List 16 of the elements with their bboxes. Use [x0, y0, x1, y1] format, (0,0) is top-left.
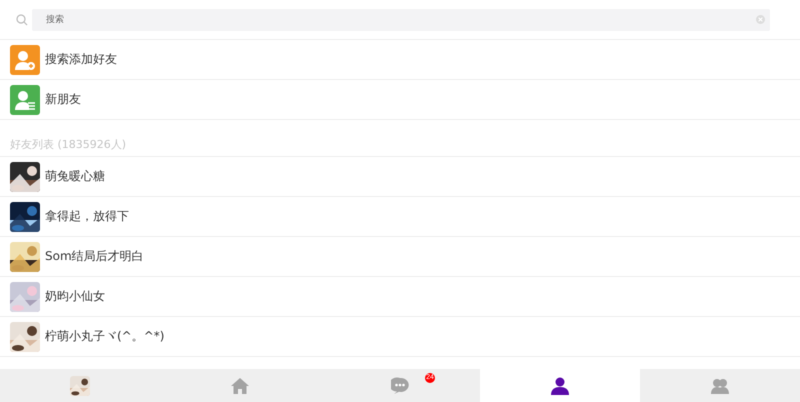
clear-icon[interactable]	[756, 14, 765, 24]
search-icon	[16, 14, 28, 26]
person-icon	[550, 376, 570, 394]
contact-item[interactable]: Som结局后才明白	[0, 237, 800, 277]
contact-item[interactable]: 奶昀小仙女	[0, 277, 800, 317]
chat-icon	[391, 376, 409, 394]
list-item[interactable]: 新朋友	[0, 80, 800, 120]
home-icon	[231, 378, 249, 394]
list-item[interactable]: 搜索添加好友	[0, 40, 800, 80]
search-field[interactable]: 搜索	[32, 8, 770, 30]
contact-item[interactable]: 拿得起，放得下	[0, 197, 800, 237]
contact-item[interactable]: 柠萌小丸子ヾ(^。^*)	[0, 317, 800, 357]
contact-item[interactable]: 萌兔暖心糖	[0, 157, 800, 197]
tab[interactable]	[480, 369, 640, 402]
section-header: 好友列表 (1835926人)	[10, 137, 126, 152]
group-icon	[711, 376, 729, 394]
